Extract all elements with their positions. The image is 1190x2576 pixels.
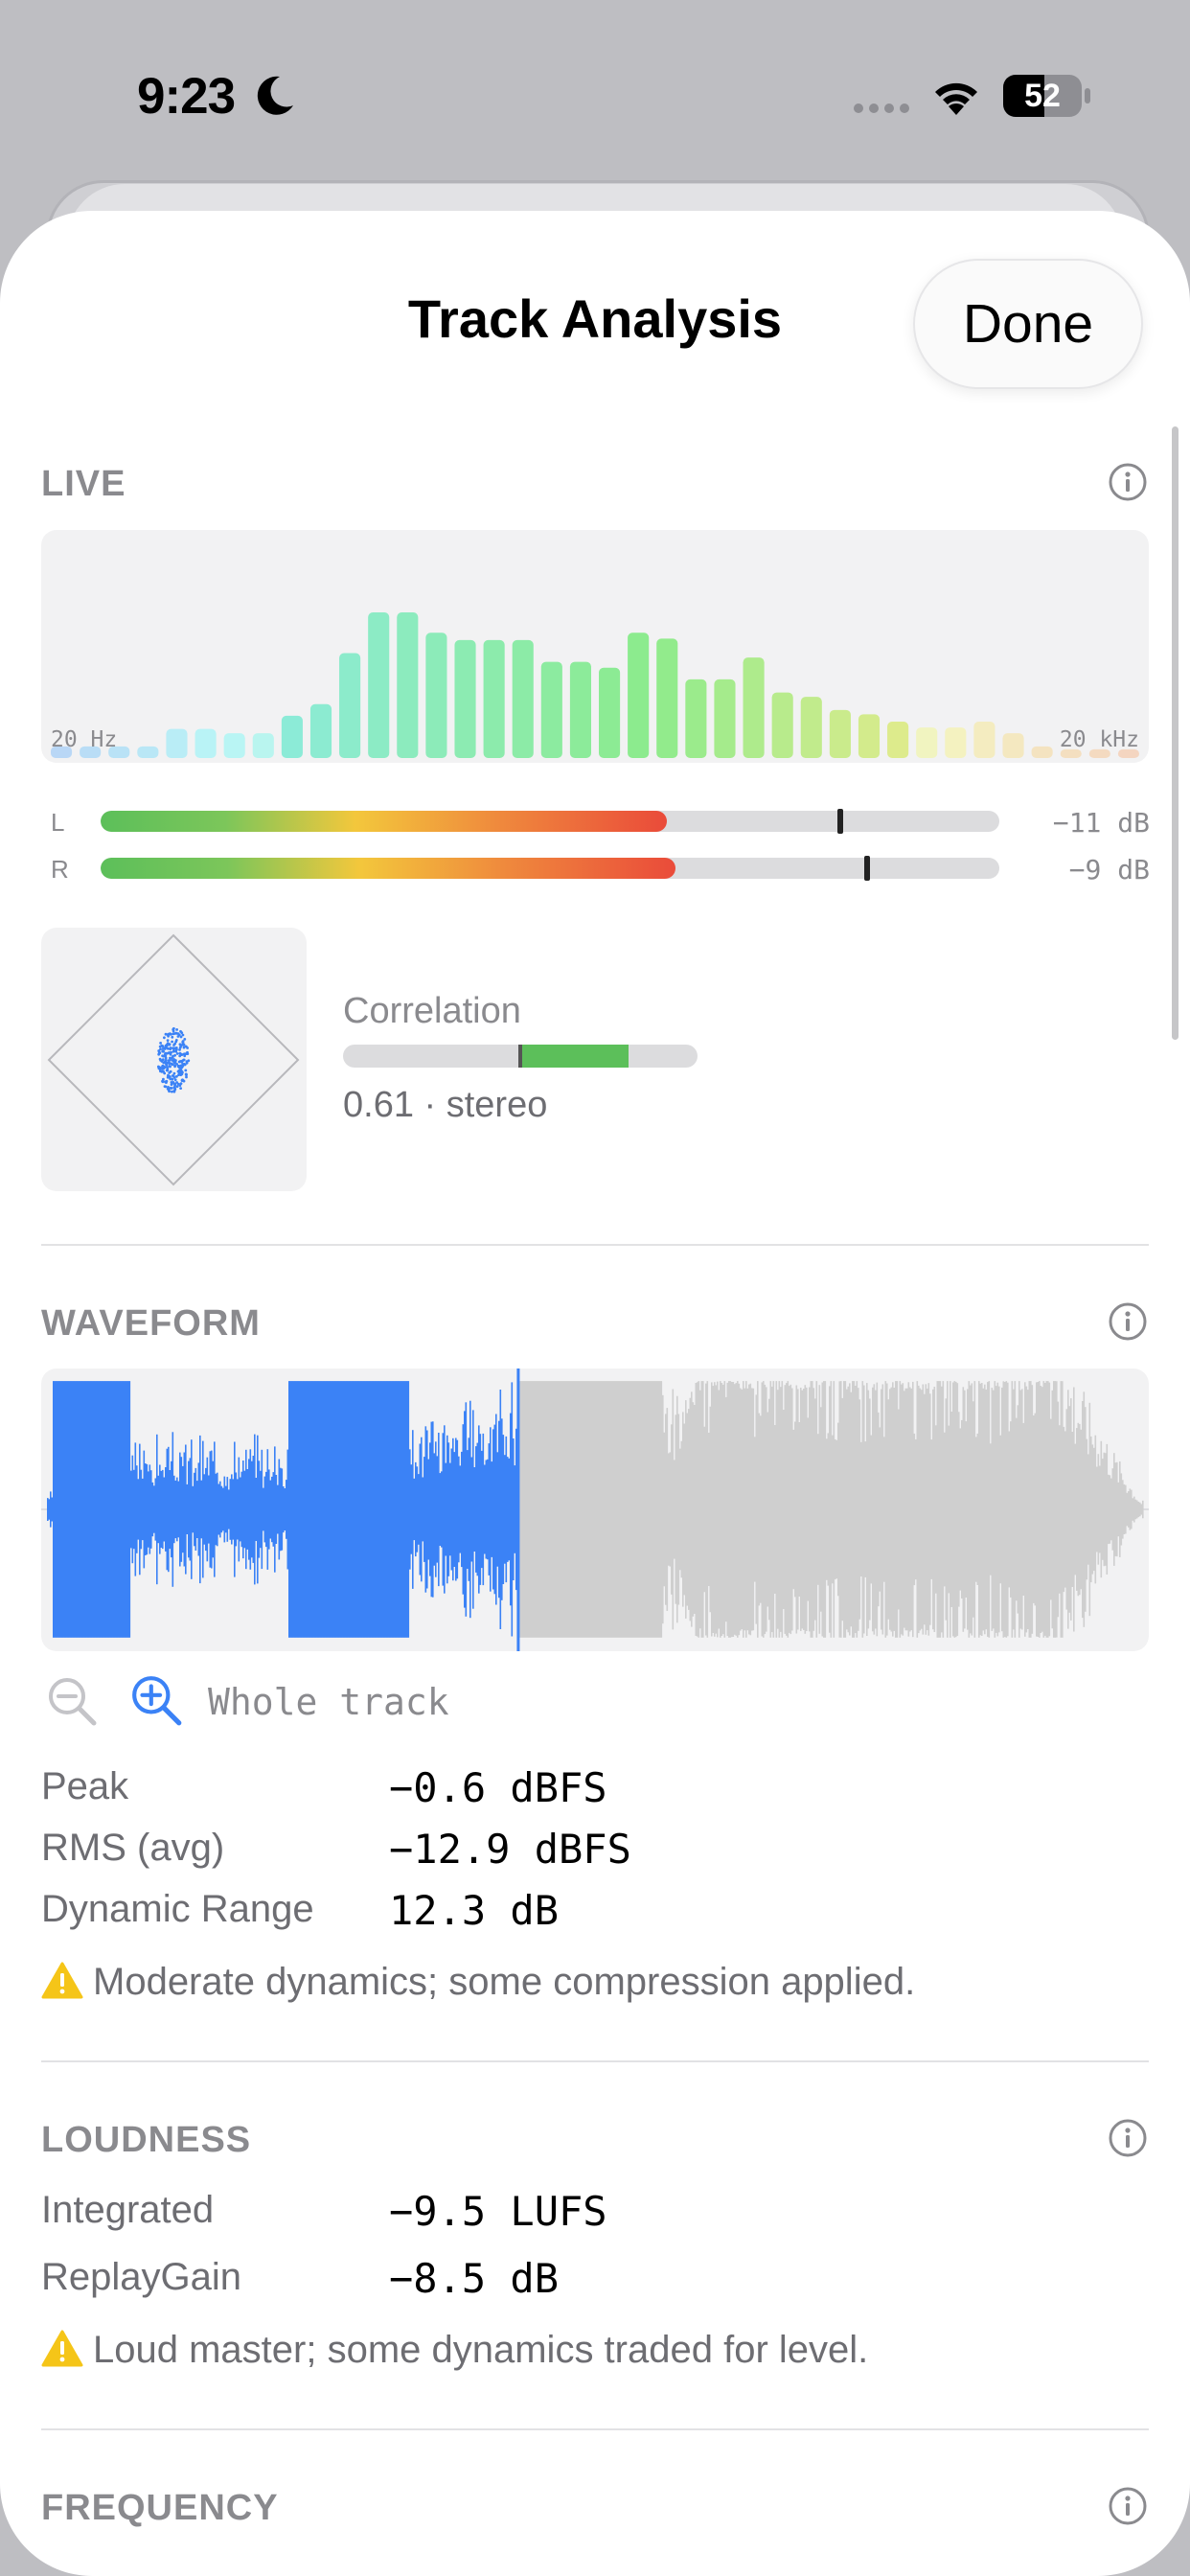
meter-left	[101, 811, 999, 832]
correlation-center-mark	[518, 1045, 522, 1068]
meter-left-fill	[101, 811, 667, 832]
spectrum-bar	[368, 612, 390, 758]
info-icon[interactable]	[1108, 2486, 1148, 2526]
waveform-view[interactable]	[41, 1368, 1149, 1651]
meter-left-peak	[837, 809, 844, 834]
spectrum-bar	[714, 678, 736, 758]
correlation-meter	[343, 1045, 698, 1068]
dynamics-warning-text: Moderate dynamics; some compression appl…	[93, 1961, 916, 2003]
section-divider	[41, 2428, 1149, 2430]
battery-tip	[1085, 88, 1090, 104]
stat-dynamic-range-value: 12.3 dB	[389, 1887, 560, 1934]
scroll-indicator[interactable]	[1172, 426, 1179, 1040]
moon-icon	[257, 76, 293, 115]
stat-peak-value: −0.6 dBFS	[389, 1764, 607, 1811]
correlation-label: Correlation	[343, 991, 521, 1031]
correlation-readout: 0.61 · stereo	[343, 1085, 548, 1125]
stereo-scope-plot	[47, 933, 300, 1186]
spectrum-bar	[397, 612, 419, 758]
spectrum-low-label: 20 Hz	[51, 727, 118, 752]
spectrum-bar	[483, 639, 505, 758]
spectrum-bar	[512, 639, 534, 758]
spectrum-bar	[281, 715, 303, 758]
spectrum-bars	[51, 612, 1139, 758]
meter-left-label: L	[51, 808, 65, 837]
stat-rms-label: RMS (avg)	[41, 1827, 225, 1869]
spectrum-bar	[569, 661, 591, 758]
status-bar: 9:23 52	[0, 0, 1190, 182]
battery-icon: 52	[1003, 75, 1082, 117]
zoom-in-icon[interactable]	[129, 1673, 185, 1729]
spectrum-bar	[540, 661, 562, 758]
spectrum-bar	[425, 632, 447, 758]
stat-integrated-value: −9.5 LUFS	[389, 2188, 607, 2235]
waveform-section-title: WAVEFORM	[41, 1303, 261, 1344]
info-icon[interactable]	[1108, 462, 1148, 502]
spectrum-bar	[858, 714, 881, 758]
spectrum-bar	[454, 639, 476, 758]
zoom-range-label: Whole track	[208, 1681, 449, 1723]
warning-icon	[41, 2330, 83, 2367]
meter-right-peak	[864, 856, 871, 881]
stat-replaygain-value: −8.5 dB	[389, 2255, 560, 2302]
spectrum-bar	[685, 678, 707, 758]
spectrum-bar	[656, 638, 678, 758]
spectrum-bar	[195, 728, 217, 758]
info-icon[interactable]	[1108, 2118, 1148, 2158]
stat-replaygain-label: ReplayGain	[41, 2256, 242, 2298]
frequency-section-title: FREQUENCY	[41, 2488, 279, 2528]
stat-rms-value: −12.9 dBFS	[389, 1826, 631, 1873]
track-analysis-sheet: Track Analysis Done LIVE 20 Hz 20 kHz L …	[0, 211, 1190, 2576]
stereo-scope	[41, 928, 307, 1191]
stat-dynamic-range-label: Dynamic Range	[41, 1888, 314, 1930]
spectrum-bar	[945, 727, 967, 758]
zoom-out-icon[interactable]	[46, 1675, 100, 1729]
spectrum-bar	[800, 697, 822, 758]
spectrum-bar	[743, 657, 765, 758]
spectrum-bar	[628, 632, 650, 758]
loudness-warning-text: Loud master; some dynamics traded for le…	[93, 2329, 869, 2371]
spectrum-bar	[829, 709, 851, 758]
dynamics-warning: Moderate dynamics; some compression appl…	[41, 1961, 915, 2004]
spectrum-high-label: 20 kHz	[1059, 727, 1139, 752]
spectrum-bar	[1031, 746, 1053, 758]
meter-right-label: R	[51, 855, 69, 884]
section-divider	[41, 2060, 1149, 2062]
spectrum-bar	[1002, 733, 1024, 758]
loudness-section-title: LOUDNESS	[41, 2120, 252, 2160]
spectrum-bar	[166, 728, 188, 758]
stat-peak-label: Peak	[41, 1765, 129, 1807]
warning-icon	[41, 1962, 83, 1999]
battery-percent: 52	[1024, 78, 1061, 114]
done-button[interactable]: Done	[913, 259, 1143, 389]
status-time: 9:23	[137, 68, 236, 125]
live-section-title: LIVE	[41, 464, 126, 504]
spectrum-bar	[223, 733, 245, 758]
wifi-icon	[935, 82, 977, 115]
info-icon[interactable]	[1108, 1301, 1148, 1342]
spectrum-bar	[771, 692, 793, 758]
playhead[interactable]	[516, 1368, 520, 1651]
section-divider	[41, 1244, 1149, 1246]
correlation-fill	[520, 1045, 629, 1068]
loudness-warning: Loud master; some dynamics traded for le…	[41, 2329, 868, 2372]
meter-right-value: −9 dB	[1068, 854, 1150, 886]
spectrum-bar	[252, 733, 274, 758]
spectrum-bar	[916, 727, 938, 758]
stat-integrated-label: Integrated	[41, 2189, 215, 2231]
spectrum-bar	[309, 703, 332, 758]
spectrum-bar	[137, 746, 159, 758]
meter-left-value: −11 dB	[1052, 807, 1150, 839]
spectrum-bar	[339, 653, 361, 758]
spectrum-bar	[973, 722, 995, 758]
spectrum-bar	[887, 722, 909, 758]
waveform-plot	[41, 1368, 1149, 1651]
cellular-signal-icon	[854, 104, 909, 113]
spectrum-bar	[599, 667, 621, 758]
spectrum-analyzer: 20 Hz 20 kHz	[41, 530, 1149, 763]
meter-right-fill	[101, 858, 676, 879]
